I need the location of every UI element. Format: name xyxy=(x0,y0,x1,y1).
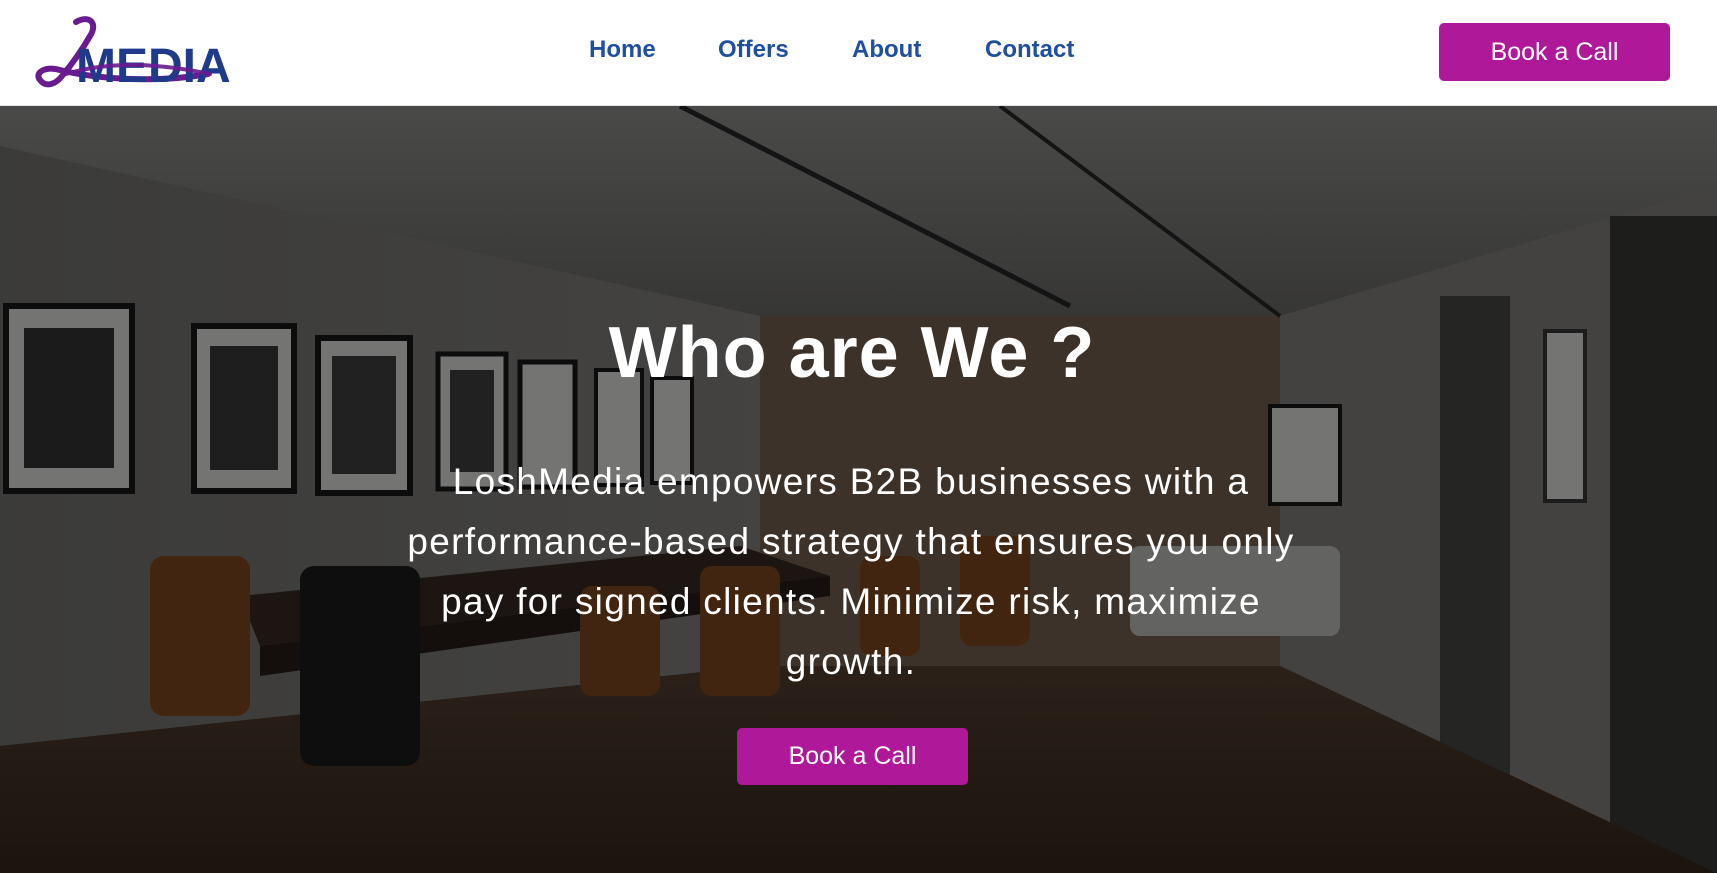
hero-description: LoshMedia empowers B2B businesses with a… xyxy=(407,461,1295,682)
hero-book-call-button[interactable]: Book a Call xyxy=(737,728,968,785)
logo-link[interactable]: MEDIA xyxy=(32,14,232,94)
nav-link-offers[interactable]: Offers xyxy=(718,36,789,64)
nav-link-about[interactable]: About xyxy=(852,36,921,64)
logo-icon: MEDIA xyxy=(35,16,231,93)
hero-section: Who are We ? LoshMedia empowers B2B busi… xyxy=(0,106,1717,873)
header-book-call-button[interactable]: Book a Call xyxy=(1439,23,1670,81)
nav-link-home[interactable]: Home xyxy=(589,36,656,64)
nav-link-contact[interactable]: Contact xyxy=(985,36,1074,64)
site-header: MEDIA Home Offers About Contact Book a C… xyxy=(0,0,1717,106)
hero-title: Who are We ? xyxy=(608,313,1096,393)
